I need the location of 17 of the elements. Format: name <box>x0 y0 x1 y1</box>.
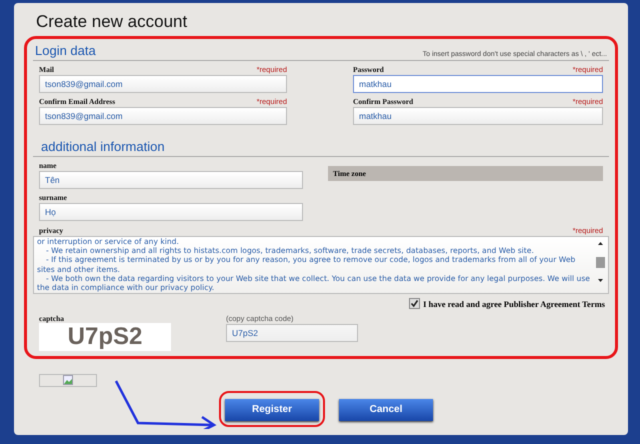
window-title: Create new account <box>36 12 188 32</box>
input-field[interactable]: Họ <box>39 203 303 221</box>
agreement-label: I have read and agree Publisher Agreement Terms <box>423 298 605 308</box>
broken-image-icon <box>39 374 97 387</box>
input-field[interactable]: tson839@gmail.com <box>39 75 287 93</box>
section-heading: additional information <box>41 139 165 154</box>
register-button[interactable]: Register <box>225 398 319 420</box>
captcha-image: U7pS2 <box>39 323 171 351</box>
input-field[interactable]: matkhau <box>353 107 603 125</box>
input-field[interactable]: tson839@gmail.com <box>39 107 287 125</box>
input-field[interactable]: Tên <box>39 171 303 189</box>
cancel-button[interactable]: Cancel <box>339 398 433 420</box>
section-heading: Login data <box>35 43 96 58</box>
input-field[interactable]: U7pS2 <box>226 324 358 342</box>
input-field[interactable]: matkhau <box>353 75 603 93</box>
privacy-text-area[interactable] <box>33 236 609 294</box>
checkbox[interactable] <box>409 298 420 309</box>
